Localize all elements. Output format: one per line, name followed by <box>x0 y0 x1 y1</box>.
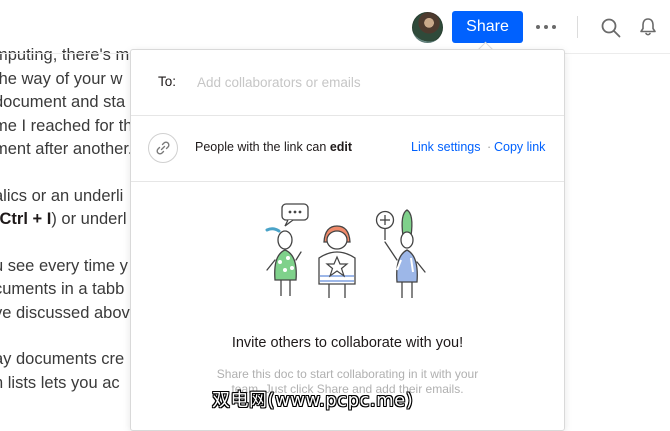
document-body: mputing, there's m the way of your w doc… <box>0 44 140 420</box>
search-icon[interactable] <box>600 17 622 39</box>
document-line: the way of your w <box>0 69 123 88</box>
link-settings-link[interactable]: Link settings <box>411 140 480 154</box>
to-row: To: <box>131 50 564 116</box>
shortcut-keys: Ctrl + I <box>0 210 52 228</box>
figure-middle <box>318 225 356 298</box>
collaboration-illustration <box>265 203 426 298</box>
share-button[interactable]: Share <box>452 11 523 43</box>
user-avatar[interactable] <box>412 12 443 43</box>
collaborators-input[interactable] <box>197 70 537 94</box>
document-line-shortcut: (Ctrl + I) or underl <box>0 210 127 228</box>
link-icon <box>148 133 178 163</box>
toolbar-divider <box>577 16 578 38</box>
watermark: 双电网(www.pcpc.me) <box>212 390 414 411</box>
document-line-blank <box>0 325 140 348</box>
document-line: u see every time y <box>0 256 128 275</box>
document-line: alics or an underli <box>0 186 124 205</box>
document-line: ment after another. <box>0 140 133 158</box>
document-line-blank <box>0 162 140 185</box>
document-line: n lists lets you ac <box>0 373 120 392</box>
top-bar: Share <box>0 0 670 54</box>
figure-right <box>375 209 426 298</box>
document-line: cuments in a tabb <box>0 280 125 298</box>
copy-link-link[interactable]: Copy link <box>494 140 545 154</box>
document-line: me I reached for th <box>0 116 133 135</box>
document-line: ay documents cre <box>0 350 125 368</box>
figure-left <box>265 203 309 296</box>
invite-title: Invite others to collaborate with you! <box>231 335 464 351</box>
to-label: To: <box>158 74 177 89</box>
link-sharing-row: People with the link can edit Link setti… <box>131 115 564 182</box>
link-separator: · <box>487 140 492 154</box>
document-line: document and sta <box>0 93 126 111</box>
link-permission-level: edit <box>329 140 353 154</box>
document-line: ve discussed abov <box>0 303 130 322</box>
share-panel: To: People with the link can edit Link s… <box>130 49 565 431</box>
link-permission-text: People with the link can edit <box>195 140 352 154</box>
link-permission-prefix: People with the link can <box>195 140 330 154</box>
more-options-icon[interactable] <box>536 19 556 35</box>
document-line-blank <box>0 232 140 255</box>
bell-icon[interactable] <box>637 16 659 38</box>
